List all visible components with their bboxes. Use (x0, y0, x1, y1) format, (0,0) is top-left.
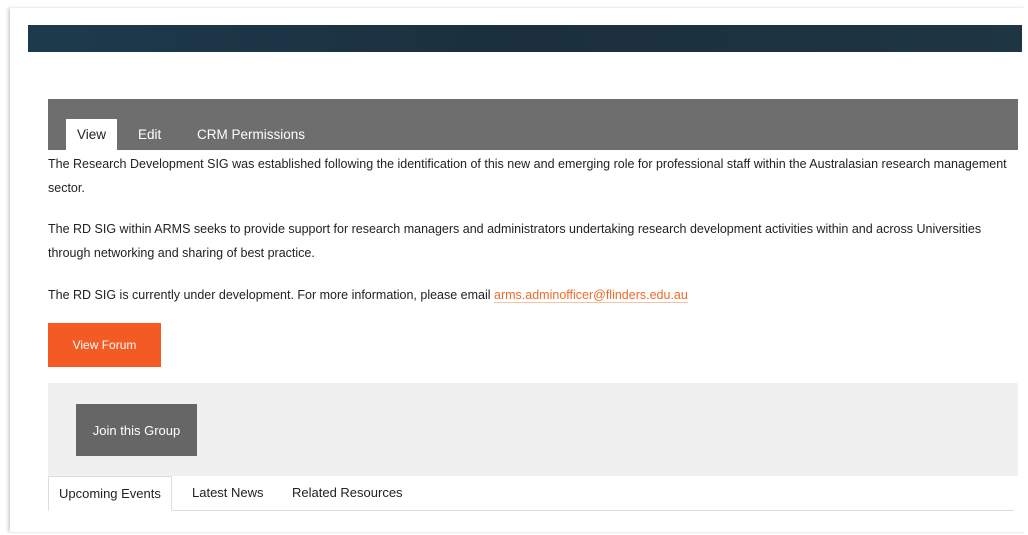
description-paragraph: The Research Development SIG was establi… (48, 157, 1007, 195)
tab-bar: View Edit CRM Permissions (48, 99, 1018, 150)
view-forum-button[interactable]: View Forum (48, 323, 161, 367)
contact-paragraph: The RD SIG is currently under developmen… (48, 283, 1013, 307)
join-group-button[interactable]: Join this Group (76, 404, 197, 456)
tab-view[interactable]: View (66, 119, 118, 150)
join-panel: Join this Group (48, 383, 1018, 476)
tab-crm-permissions[interactable]: CRM Permissions (197, 119, 305, 150)
email-link[interactable]: arms.adminofficer@flinders.edu.au (494, 288, 688, 303)
tab-edit[interactable]: Edit (138, 119, 161, 150)
header-banner (28, 25, 1022, 52)
description-paragraph: The RD SIG within ARMS seeks to provide … (48, 222, 982, 260)
content-tabs: Upcoming Events Latest News Related Reso… (48, 476, 1014, 511)
contact-text: The RD SIG is currently under developmen… (48, 288, 495, 302)
tab-latest-news[interactable]: Latest News (192, 476, 264, 510)
tab-related-resources[interactable]: Related Resources (292, 476, 403, 510)
tab-upcoming-events[interactable]: Upcoming Events (48, 476, 172, 511)
